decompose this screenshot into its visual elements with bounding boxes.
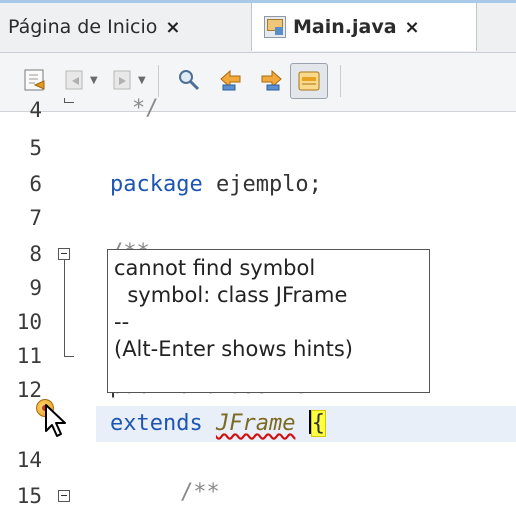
line-number: 8 (29, 242, 42, 266)
find-previous-icon[interactable] (218, 67, 244, 93)
unresolved-symbol-jframe[interactable]: JFrame (216, 411, 295, 436)
fold-end (64, 356, 74, 357)
line-number: 10 (16, 310, 42, 334)
line-number: 5 (29, 136, 42, 160)
line-number: 13 (0, 414, 42, 438)
forward-icon[interactable] (110, 67, 136, 93)
editor-tab-bar: Página de Inicio × Main.java × (0, 0, 516, 53)
tab-label: Main.java (293, 16, 397, 38)
fold-toggle-icon[interactable] (58, 248, 70, 260)
code-line-13: extends JFrame { (110, 410, 326, 437)
tooltip-line: (Alt-Enter shows hints) (114, 337, 353, 361)
tab-label: Página de Inicio (8, 16, 158, 38)
line-number: 4 (29, 98, 42, 122)
forward-dropdown-icon[interactable]: ▼ (138, 75, 146, 86)
tab-close-icon[interactable]: × (405, 17, 420, 38)
java-form-file-icon (264, 16, 286, 38)
code-line-4: */ (132, 96, 159, 121)
tab-pagina-de-inicio[interactable]: Página de Inicio × (0, 3, 249, 51)
text-caret (308, 410, 311, 434)
fold-end (64, 102, 74, 103)
line-number: 12 (16, 378, 42, 402)
code-line-15: /** (180, 480, 220, 505)
find-next-icon[interactable] (258, 67, 284, 93)
back-icon[interactable] (62, 67, 88, 93)
line-number-gutter[interactable]: 4 5 6 7 8 9 10 11 12 13 14 15 (0, 98, 96, 508)
fold-toggle-icon[interactable] (58, 490, 70, 502)
code-line-6: package ejemplo; (110, 172, 322, 197)
find-icon[interactable] (176, 67, 202, 93)
line-number: 11 (16, 344, 42, 368)
toggle-highlight-icon[interactable] (290, 63, 328, 99)
back-dropdown-icon[interactable]: ▼ (90, 75, 98, 86)
toolbar-separator (158, 65, 159, 97)
error-hint-tooltip: cannot find symbol symbol: class JFrame … (107, 249, 430, 393)
tooltip-line: cannot find symbol (114, 256, 316, 280)
toolbar-separator (340, 65, 341, 97)
editor-toolbar: ▼ ▼ (0, 53, 516, 112)
line-number: 6 (29, 172, 42, 196)
keyword-package: package (110, 172, 203, 197)
tooltip-line: -- (114, 310, 130, 334)
line-number: 14 (16, 448, 42, 472)
tab-close-icon[interactable]: × (165, 17, 180, 38)
fold-guide (64, 260, 65, 356)
keyword-extends: extends (110, 411, 203, 436)
package-name: ejemplo; (202, 172, 322, 197)
tooltip-line: symbol: class JFrame (114, 283, 348, 307)
line-number: 9 (29, 276, 42, 300)
tab-main-java[interactable]: Main.java × (251, 3, 477, 51)
mouse-pointer-icon (45, 404, 66, 437)
matching-brace: { (310, 410, 326, 437)
line-number: 7 (29, 206, 42, 230)
last-edit-icon[interactable] (22, 67, 48, 93)
line-number: 15 (16, 484, 42, 508)
